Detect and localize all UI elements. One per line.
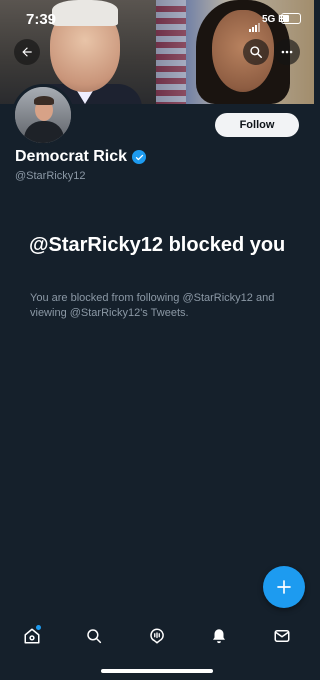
search-icon [87,629,102,644]
avatar[interactable] [12,84,74,146]
back-arrow-icon [22,47,32,57]
tab-notifications[interactable] [209,626,229,646]
home-notification-dot [36,625,41,630]
verified-badge-icon [132,150,147,164]
notifications-icon [213,629,225,644]
compose-tweet-button[interactable] [263,566,305,608]
signal-icon [249,14,261,32]
more-icon [281,50,293,54]
battery-icon [281,13,301,24]
messages-icon [274,630,290,642]
blocked-title: @StarRicky12 blocked you [29,234,286,256]
bottom-tab-bar [0,614,314,658]
profile-name: Democrat Rick [15,148,128,165]
status-time: 7:39 [26,11,57,28]
tab-messages[interactable] [272,626,292,646]
back-button[interactable] [14,39,40,65]
profile-handle: @StarRicky12 [15,170,86,182]
tab-spaces[interactable] [147,626,167,646]
profile-name-row: Democrat Rick [15,148,147,166]
search-icon [250,46,262,58]
tab-search[interactable] [84,626,104,646]
blocked-description: You are blocked from following @StarRick… [30,292,275,319]
search-button[interactable] [243,39,269,65]
plus-icon [277,580,291,594]
more-button[interactable] [274,39,300,65]
spaces-icon [150,628,164,644]
follow-button[interactable]: Follow [215,113,299,137]
status-bar: 7:39 5G E [0,0,314,40]
home-indicator[interactable] [101,669,213,673]
